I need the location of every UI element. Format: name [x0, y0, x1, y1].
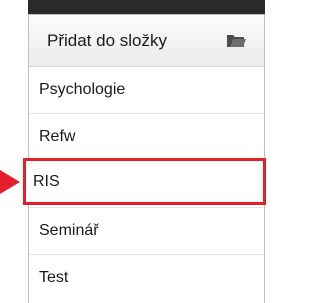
menu-item-seminar[interactable]: Seminář [29, 207, 264, 254]
menu-item-ris[interactable]: RIS [23, 158, 266, 205]
menu-item-refw[interactable]: Refw [29, 113, 264, 160]
folder-menu: Psychologie Refw RIS Seminář Test [23, 66, 266, 303]
menu-item-label: Seminář [39, 222, 99, 239]
add-to-folder-label: Přidat do složky [47, 30, 167, 50]
menu-item-label: RIS [33, 172, 60, 190]
menu-item-psychologie[interactable]: Psychologie [29, 66, 264, 113]
menu-item-test[interactable]: Test [29, 254, 264, 301]
folder-icon [227, 35, 246, 47]
menu-item-label: Refw [39, 128, 76, 145]
pointer-arrow-icon [0, 170, 20, 194]
add-to-folder-button[interactable]: Přidat do složky [28, 14, 265, 66]
header-strip-gap [0, 0, 28, 66]
menu-item-label: Test [39, 269, 69, 286]
folder-dropdown-screen: Přidat do složky Psychologie Refw RIS Se… [0, 0, 266, 303]
menu-item-label: Psychologie [39, 81, 126, 98]
